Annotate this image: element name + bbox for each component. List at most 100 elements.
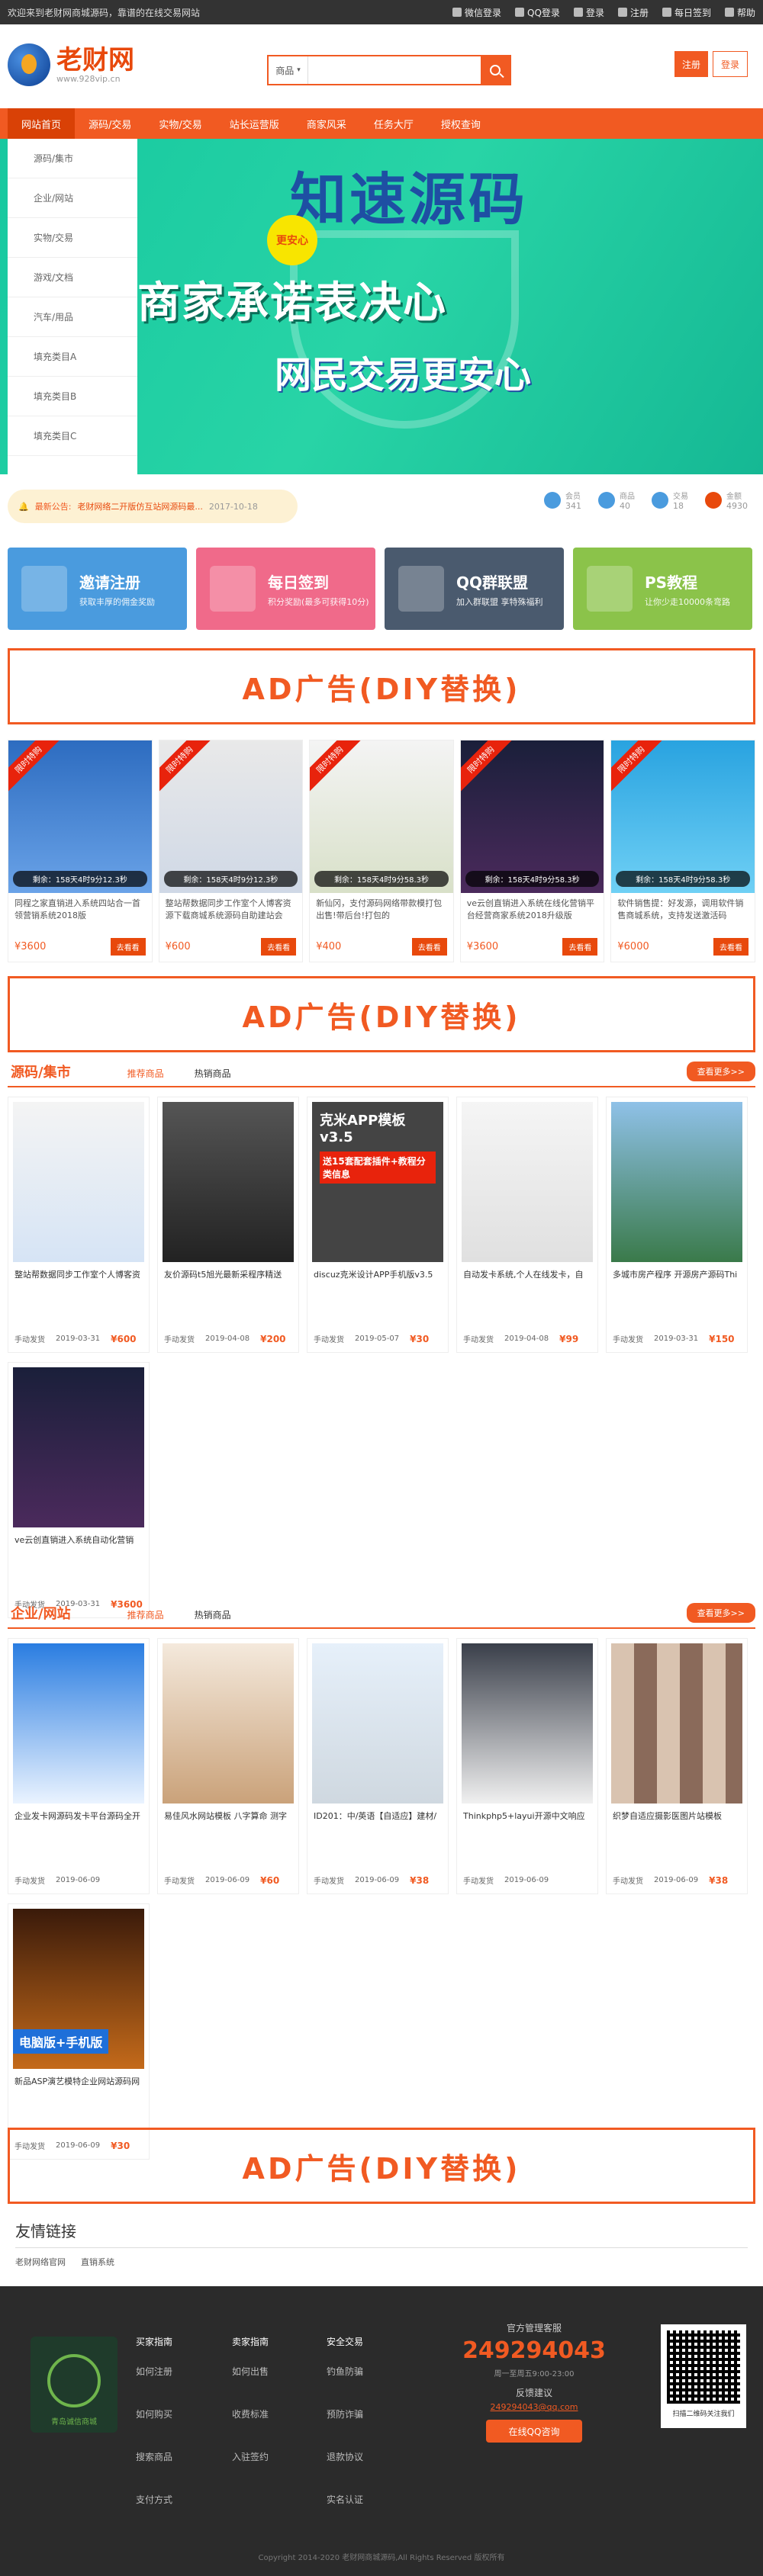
footer-link[interactable]: 钓鱼防骗 bbox=[327, 2365, 410, 2407]
footer-link[interactable]: 支付方式 bbox=[136, 2493, 220, 2536]
checkin-card[interactable]: 每日签到 积分奖励(最多可获得10分) bbox=[196, 548, 375, 630]
friend-link[interactable]: 老财网络官网 bbox=[15, 2256, 66, 2268]
shield-icon bbox=[47, 2354, 101, 2407]
banner-line3: 网民交易更安心 bbox=[275, 354, 532, 397]
footer-link[interactable]: 搜索商品 bbox=[136, 2450, 220, 2493]
email-link[interactable]: 249294043@qq.com bbox=[458, 2402, 610, 2412]
footer-link[interactable]: 实名认证 bbox=[327, 2493, 410, 2536]
product-card[interactable]: ve云创直销进入系统自动化营销 手动发货 2019-03-31 ¥3600 bbox=[8, 1362, 150, 1618]
promo-image: 限时特购 剩余：158天4时9分58.3秒 bbox=[611, 740, 755, 893]
qq-group-card[interactable]: QQ群联盟 加入群联盟 享特殊福利 bbox=[385, 548, 564, 630]
search-button[interactable] bbox=[481, 56, 510, 84]
sidebar-item-auto[interactable]: 汽车/用品 bbox=[8, 297, 137, 337]
calendar-icon bbox=[662, 8, 671, 17]
promo-view-button[interactable]: 去看看 bbox=[713, 938, 749, 956]
help-link[interactable]: 帮助 bbox=[724, 6, 755, 19]
promo-view-button[interactable]: 去看看 bbox=[411, 938, 447, 956]
product-image bbox=[163, 1643, 294, 1804]
footer-link[interactable]: 入驻签约 bbox=[232, 2450, 316, 2493]
sidebar-item-games[interactable]: 游戏/文档 bbox=[8, 258, 137, 297]
footer-link[interactable]: 退款协议 bbox=[327, 2450, 410, 2493]
footer-link[interactable]: 如何购买 bbox=[136, 2407, 220, 2450]
notice-date: 2017-10-18 bbox=[208, 501, 258, 512]
section-enterprise-head: 企业/网站 推荐商品 热销商品 查看更多>> bbox=[8, 1601, 755, 1629]
sidebar-item-filler-c[interactable]: 填充类目C bbox=[8, 416, 137, 456]
invite-card[interactable]: 邀请注册 获取丰厚的佣金奖励 bbox=[8, 548, 187, 630]
play-icon bbox=[587, 566, 633, 612]
footer-link[interactable]: 如何注册 bbox=[136, 2365, 220, 2407]
login-link[interactable]: 登录 bbox=[573, 6, 604, 19]
top-links: 微信登录 QQ登录 登录 注册 每日签到 帮助 bbox=[452, 6, 755, 19]
view-more-button[interactable]: 查看更多>> bbox=[686, 1062, 755, 1081]
ps-tutorial-card[interactable]: PS教程 让你少走10000条弯路 bbox=[573, 548, 752, 630]
promo-card[interactable]: 限时特购 剩余：158天4时9分12.3秒 同程之家直销进入系统四站合一首领营销系… bbox=[8, 740, 153, 962]
promo-card[interactable]: 限时特购 剩余：158天4时9分58.3秒 ve云创直销进入系统在线化营销平台经营… bbox=[459, 740, 605, 962]
promo-view-button[interactable]: 去看看 bbox=[261, 938, 297, 956]
product-image bbox=[462, 1102, 593, 1262]
product-card[interactable]: 电脑版+手机版 新品ASP演艺模特企业网站源码网 手动发货 2019-06-09 ¥30 bbox=[8, 1903, 150, 2160]
promo-card[interactable]: 限时特购 剩余：158天4时9分12.3秒 整站帮数据同步工作室个人博客资源下载商… bbox=[158, 740, 304, 962]
notice-text[interactable]: 老财网络二开版仿互站网源码最... bbox=[77, 500, 203, 512]
nav-webmaster[interactable]: 站长运营版 bbox=[216, 108, 293, 139]
product-card[interactable]: 多城市房产程序 开源房产源码Thi 手动发货 2019-03-31 ¥150 bbox=[606, 1097, 748, 1353]
goods-icon bbox=[598, 492, 615, 509]
sidebar-item-filler-a[interactable]: 填充类目A bbox=[8, 337, 137, 377]
top-bar: 欢迎来到老财网商城源码，靠谱的在线交易网站 微信登录 QQ登录 登录 注册 每日… bbox=[0, 0, 763, 24]
wechat-login-link[interactable]: 微信登录 bbox=[452, 6, 501, 19]
main-nav: 网站首页 源码/交易 实物/交易 站长运营版 商家风采 任务大厅 授权查询 bbox=[0, 108, 763, 139]
nav-home[interactable]: 网站首页 bbox=[8, 108, 76, 139]
product-card[interactable]: 易佳风水网站模板 八字算命 测字 手动发货 2019-06-09 ¥60 bbox=[157, 1638, 299, 1894]
product-card[interactable]: Thinkphp5+layui开源中文响应 手动发货 2019-06-09 bbox=[456, 1638, 598, 1894]
search-type-select[interactable]: 商品 ▾ bbox=[269, 56, 308, 84]
footer-contact: 官方管理客服 249294043 周一至周五9:00-23:00 反馈建议 24… bbox=[458, 2321, 610, 2443]
ad-banner-2[interactable]: AD广告(DIY替换) bbox=[8, 976, 755, 1052]
product-card[interactable]: 克米APP模板v3.5 送15套配套插件+教程分类信息 discuz克米设计APP手… bbox=[307, 1097, 449, 1353]
stat-trades: 交易 18 bbox=[652, 490, 688, 511]
ad-banner-3[interactable]: AD广告(DIY替换) bbox=[8, 2128, 755, 2204]
footer-link[interactable]: 如何出售 bbox=[232, 2365, 316, 2407]
hero-banner[interactable]: 源码/集市 企业/网站 实物/交易 游戏/文档 汽车/用品 填充类目A 填充类目… bbox=[0, 139, 763, 474]
section-title: 源码/集市 bbox=[11, 1065, 71, 1081]
register-button[interactable]: 注册 bbox=[674, 51, 708, 77]
tab-recommended[interactable]: 推荐商品 bbox=[127, 1067, 164, 1080]
search-input[interactable] bbox=[308, 56, 481, 84]
product-card[interactable]: 企业发卡网源码发卡平台源码全开 手动发货 2019-06-09 bbox=[8, 1638, 150, 1894]
nav-merchants[interactable]: 商家风采 bbox=[293, 108, 360, 139]
product-card[interactable]: 友价源码t5旭光最新采程序精送 手动发货 2019-04-08 ¥200 bbox=[157, 1097, 299, 1353]
nav-goods-trade[interactable]: 实物/交易 bbox=[145, 108, 215, 139]
promo-view-button[interactable]: 去看看 bbox=[110, 938, 146, 956]
footer-link[interactable]: 预防诈骗 bbox=[327, 2407, 410, 2450]
product-card[interactable]: ID201：中/英语【自适应】建材/手动发货 2019-06-09 ¥38 bbox=[307, 1638, 449, 1894]
stat-amount: 金额 4930 bbox=[705, 490, 748, 511]
sidebar-item-filler-b[interactable]: 填充类目B bbox=[8, 377, 137, 416]
sidebar-item-enterprise[interactable]: 企业/网站 bbox=[8, 178, 137, 218]
footer-link[interactable]: 收费标准 bbox=[232, 2407, 316, 2450]
qq-consult-button[interactable]: 在线QQ咨询 bbox=[486, 2420, 582, 2443]
login-button[interactable]: 登录 bbox=[712, 51, 748, 77]
product-card[interactable]: 整站帮数据同步工作室个人博客资 手动发货 2019-03-31 ¥600 bbox=[8, 1097, 150, 1353]
promo-card[interactable]: 限时特购 剩余：158天4时9分58.3秒 新仙冈，支付源码网络带款模打包出售!带… bbox=[309, 740, 454, 962]
header: 老财网 www.928vip.cn 商品 ▾ 注册 登录 bbox=[0, 24, 763, 108]
register-link[interactable]: 注册 bbox=[617, 6, 649, 19]
view-more-button[interactable]: 查看更多>> bbox=[686, 1603, 755, 1623]
friend-link[interactable]: 直销系统 bbox=[81, 2256, 114, 2268]
promo-card[interactable]: 限时特购 剩余：158天4时9分58.3秒 软件销售提：好发源，调用软件销售商城系… bbox=[610, 740, 755, 962]
sidebar-item-goods[interactable]: 实物/交易 bbox=[8, 218, 137, 258]
product-card[interactable]: 自动发卡系统,个人在线发卡，自 手动发货 2019-04-08 ¥99 bbox=[456, 1097, 598, 1353]
checkin-link[interactable]: 每日签到 bbox=[662, 6, 711, 19]
tab-recommended[interactable]: 推荐商品 bbox=[127, 1608, 164, 1621]
product-image bbox=[611, 1102, 742, 1262]
product-card[interactable]: 织梦自适应摄影医图片站模板 手动发货 2019-06-09 ¥38 bbox=[606, 1638, 748, 1894]
notice-box[interactable]: 🔔 最新公告: 老财网络二开版仿互站网源码最... 2017-10-18 bbox=[8, 490, 298, 523]
nav-tasks[interactable]: 任务大厅 bbox=[360, 108, 427, 139]
sidebar-item-source[interactable]: 源码/集市 bbox=[8, 139, 137, 178]
phone-number: 249294043 bbox=[462, 2337, 606, 2364]
ad-banner-1[interactable]: AD广告(DIY替换) bbox=[8, 648, 755, 724]
nav-source-trade[interactable]: 源码/交易 bbox=[75, 108, 145, 139]
tab-hot[interactable]: 热销商品 bbox=[195, 1067, 231, 1080]
qq-login-link[interactable]: QQ登录 bbox=[515, 6, 560, 19]
nav-license[interactable]: 授权查询 bbox=[427, 108, 494, 139]
site-logo[interactable]: 老财网 www.928vip.cn bbox=[8, 43, 134, 86]
tab-hot[interactable]: 热销商品 bbox=[195, 1608, 231, 1621]
promo-view-button[interactable]: 去看看 bbox=[562, 938, 598, 956]
